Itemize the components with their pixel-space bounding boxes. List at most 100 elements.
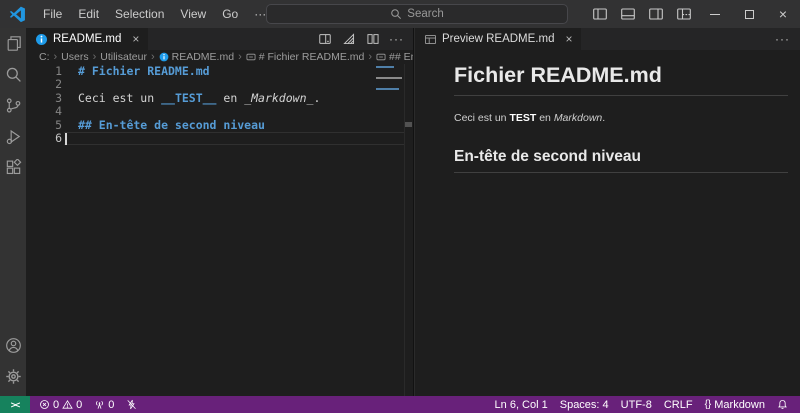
tab-close-icon[interactable]: × bbox=[132, 33, 139, 45]
remote-indicator[interactable]: >< bbox=[0, 396, 30, 413]
search-icon[interactable] bbox=[0, 59, 26, 90]
open-preview-icon[interactable] bbox=[339, 29, 359, 49]
braces-icon: {} bbox=[705, 399, 712, 410]
breadcrumb-item[interactable]: # Fichier README.md bbox=[246, 51, 365, 63]
markdown-preview-icon bbox=[424, 33, 437, 46]
breadcrumb-separator-icon: › bbox=[149, 51, 157, 63]
text-cursor bbox=[65, 133, 67, 145]
breadcrumb: C:›Users›Utilisateur›README.md›# Fichier… bbox=[26, 50, 413, 64]
tab-preview-readme[interactable]: Preview README.md × bbox=[415, 28, 582, 50]
breadcrumb-separator-icon: › bbox=[236, 51, 244, 63]
menu-selection[interactable]: Selection bbox=[107, 0, 172, 28]
close-button[interactable]: × bbox=[766, 0, 800, 28]
eol-sequence[interactable]: CRLF bbox=[658, 396, 699, 413]
title-bar-right: × bbox=[586, 0, 800, 28]
ports-indicator[interactable]: 0 bbox=[89, 396, 119, 413]
toggle-panel-icon[interactable] bbox=[620, 6, 636, 22]
code-token: en bbox=[216, 91, 244, 105]
preview-text-italic: Markdown bbox=[554, 112, 602, 124]
code-token: _Markdown_ bbox=[244, 91, 313, 105]
menu-file[interactable]: File bbox=[35, 0, 70, 28]
error-icon bbox=[39, 399, 50, 410]
eol-sequence-label: CRLF bbox=[664, 399, 693, 411]
code-line bbox=[78, 105, 373, 118]
menu-view[interactable]: View bbox=[172, 0, 214, 28]
code-token: __TEST__ bbox=[161, 91, 216, 105]
source-control-icon[interactable] bbox=[0, 90, 26, 121]
breadcrumb-label: README.md bbox=[172, 51, 234, 63]
breadcrumb-separator-icon: › bbox=[52, 51, 60, 63]
menu-bar: FileEditSelectionViewGo··· bbox=[35, 0, 274, 28]
language-mode[interactable]: {}Markdown bbox=[699, 396, 771, 413]
breadcrumb-label: ## En-tête de se bbox=[389, 51, 413, 63]
preview-text-plain: en bbox=[536, 112, 554, 124]
customize-layout-icon[interactable] bbox=[676, 6, 692, 22]
search-input[interactable]: Search bbox=[266, 4, 568, 24]
tab-close-icon[interactable]: × bbox=[565, 33, 572, 45]
account-icon[interactable] bbox=[0, 330, 26, 361]
settings-icon[interactable] bbox=[0, 361, 26, 392]
readme-info-icon bbox=[35, 33, 48, 46]
preview-more-actions-icon[interactable]: ··· bbox=[775, 28, 800, 50]
breadcrumb-item[interactable]: ## En-tête de se bbox=[376, 51, 413, 63]
code-line: ## En-tête de second niveau bbox=[78, 119, 373, 132]
breadcrumb-separator-icon: › bbox=[91, 51, 99, 63]
code-line: # Fichier README.md bbox=[78, 65, 373, 78]
code-content: # Fichier README.mdCeci est un __TEST__ … bbox=[78, 65, 373, 145]
open-preview-to-side-icon[interactable] bbox=[315, 29, 335, 49]
code-token: # Fichier README.md bbox=[78, 64, 210, 78]
line-number-gutter: 123456 bbox=[26, 65, 62, 145]
problems-indicator[interactable]: 0 0 bbox=[34, 396, 87, 413]
code-editor[interactable]: 123456 # Fichier README.mdCeci est un __… bbox=[26, 64, 413, 396]
minimap[interactable] bbox=[376, 66, 404, 94]
breadcrumb-label: Users bbox=[61, 51, 88, 63]
line-number: 4 bbox=[26, 105, 62, 118]
breadcrumb-label: C: bbox=[39, 51, 50, 63]
minimap-line bbox=[376, 77, 402, 79]
breadcrumb-label: Utilisateur bbox=[100, 51, 147, 63]
more-actions-icon[interactable]: ··· bbox=[387, 32, 406, 46]
vscode-window: FileEditSelectionViewGo··· ← → Search bbox=[0, 0, 800, 413]
menu-edit[interactable]: Edit bbox=[70, 0, 107, 28]
status-bar-left: 0 0 0 bbox=[30, 396, 142, 413]
editor-scrollbar[interactable] bbox=[404, 64, 413, 396]
line-number: 1 bbox=[26, 65, 62, 78]
cursor-position-label: Ln 6, Col 1 bbox=[495, 399, 548, 411]
radio-tower-icon bbox=[94, 399, 105, 410]
menu-go[interactable]: Go bbox=[214, 0, 246, 28]
preview-h1: Fichier README.md bbox=[454, 63, 788, 96]
activity-bar bbox=[0, 28, 26, 396]
breadcrumb-item[interactable]: README.md bbox=[159, 51, 234, 63]
toggle-secondary-sidebar-icon[interactable] bbox=[648, 6, 664, 22]
run-and-debug-icon[interactable] bbox=[0, 121, 26, 152]
split-editor-icon[interactable] bbox=[363, 29, 383, 49]
title-bar: FileEditSelectionViewGo··· ← → Search bbox=[0, 0, 800, 28]
cursor-position[interactable]: Ln 6, Col 1 bbox=[489, 396, 554, 413]
preview-text-plain: . bbox=[602, 112, 605, 124]
breadcrumb-item[interactable]: C: bbox=[39, 51, 50, 63]
tab-readme[interactable]: README.md × bbox=[26, 28, 149, 50]
line-number: 5 bbox=[26, 119, 62, 132]
minimize-button[interactable] bbox=[698, 0, 732, 28]
breadcrumb-item[interactable]: Utilisateur bbox=[100, 51, 147, 63]
code-line bbox=[78, 132, 373, 145]
preview-paragraph: Ceci est un TEST en Markdown. bbox=[454, 112, 788, 124]
preview-group: Preview README.md × ··· Fichier README.m… bbox=[414, 28, 800, 396]
explorer-icon[interactable] bbox=[0, 28, 26, 59]
error-count: 0 bbox=[53, 399, 59, 411]
breadcrumb-item[interactable]: Users bbox=[61, 51, 88, 63]
notifications[interactable] bbox=[771, 396, 794, 413]
extensions-icon[interactable] bbox=[0, 152, 26, 183]
preview-h2: En-tête de second niveau bbox=[454, 148, 788, 173]
symbol-icon bbox=[376, 52, 386, 62]
toggle-sidebar-icon[interactable] bbox=[592, 6, 608, 22]
encoding-label: UTF-8 bbox=[621, 399, 652, 411]
indentation[interactable]: Spaces: 4 bbox=[554, 396, 615, 413]
zap-indicator[interactable] bbox=[121, 396, 142, 413]
breadcrumb-label: # Fichier README.md bbox=[259, 51, 365, 63]
maximize-button[interactable] bbox=[732, 0, 766, 28]
code-token: ## En-tête de second niveau bbox=[78, 118, 265, 132]
breadcrumb-separator-icon: › bbox=[366, 51, 374, 63]
encoding[interactable]: UTF-8 bbox=[615, 396, 658, 413]
warning-icon bbox=[62, 399, 73, 410]
